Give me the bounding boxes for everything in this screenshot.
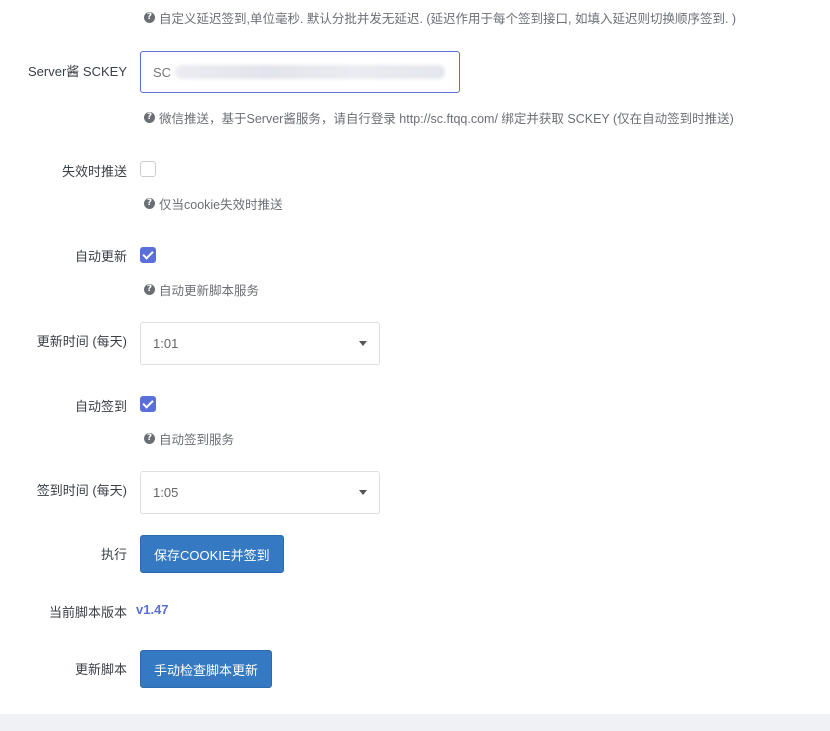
push-on-expire-label: 失效时推送 <box>61 164 127 179</box>
update-time-value: 1:01 <box>153 336 179 351</box>
auto-update-checkbox[interactable] <box>140 247 156 263</box>
caret-down-icon <box>359 341 367 346</box>
checkin-time-label: 签到时间 (每天) <box>36 483 127 498</box>
auto-checkin-help-text: 自动签到服务 <box>159 433 235 447</box>
checkin-time-select[interactable]: 1:05 <box>140 471 380 514</box>
push-on-expire-checkbox[interactable] <box>140 161 156 177</box>
save-cookie-and-checkin-button[interactable]: 保存COOKIE并签到 <box>140 535 284 573</box>
auto-checkin-label: 自动签到 <box>74 399 127 414</box>
execute-label: 执行 <box>100 547 127 562</box>
update-time-select[interactable]: 1:01 <box>140 322 380 365</box>
auto-update-help-text: 自动更新脚本服务 <box>159 284 260 298</box>
auto-update-help: ? 自动更新脚本服务 <box>144 280 259 299</box>
question-circle-icon: ? <box>144 433 155 444</box>
push-on-expire-help: ? 仅当cookie失效时推送 <box>144 194 283 213</box>
question-circle-icon: ? <box>144 12 155 23</box>
sckey-value: SC <box>153 64 172 80</box>
settings-form: ? 自定义延迟签到,单位毫秒. 默认分批并发无延迟. (延迟作用于每个签到接口,… <box>0 0 830 731</box>
script-version-value: v1.47 <box>136 602 169 617</box>
delay-help-text: 自定义延迟签到,单位毫秒. 默认分批并发无延迟. (延迟作用于每个签到接口, 如… <box>159 12 737 26</box>
script-version-label: 当前脚本版本 <box>48 605 127 620</box>
page-footer-strip <box>0 714 830 731</box>
delay-help: ? 自定义延迟签到,单位毫秒. 默认分批并发无延迟. (延迟作用于每个签到接口,… <box>144 8 736 27</box>
auto-update-label: 自动更新 <box>74 249 127 264</box>
push-on-expire-help-text: 仅当cookie失效时推送 <box>159 198 283 212</box>
update-time-label: 更新时间 (每天) <box>36 334 127 349</box>
question-circle-icon: ? <box>144 112 155 123</box>
sckey-label: Server酱 SCKEY <box>28 64 127 79</box>
check-update-button[interactable]: 手动检查脚本更新 <box>140 650 273 688</box>
auto-checkin-checkbox[interactable] <box>140 396 156 412</box>
caret-down-icon <box>359 490 367 495</box>
sckey-help-text: 微信推送，基于Server酱服务，请自行登录 http://sc.ftqq.co… <box>159 112 734 126</box>
sckey-redacted <box>175 65 446 79</box>
auto-checkin-help: ? 自动签到服务 <box>144 429 234 448</box>
sckey-input[interactable]: SC <box>140 51 460 93</box>
update-script-label: 更新脚本 <box>74 662 127 677</box>
question-circle-icon: ? <box>144 198 155 209</box>
checkin-time-value: 1:05 <box>153 485 179 500</box>
sckey-help: ? 微信推送，基于Server酱服务，请自行登录 http://sc.ftqq.… <box>144 108 734 127</box>
question-circle-icon: ? <box>144 284 155 295</box>
